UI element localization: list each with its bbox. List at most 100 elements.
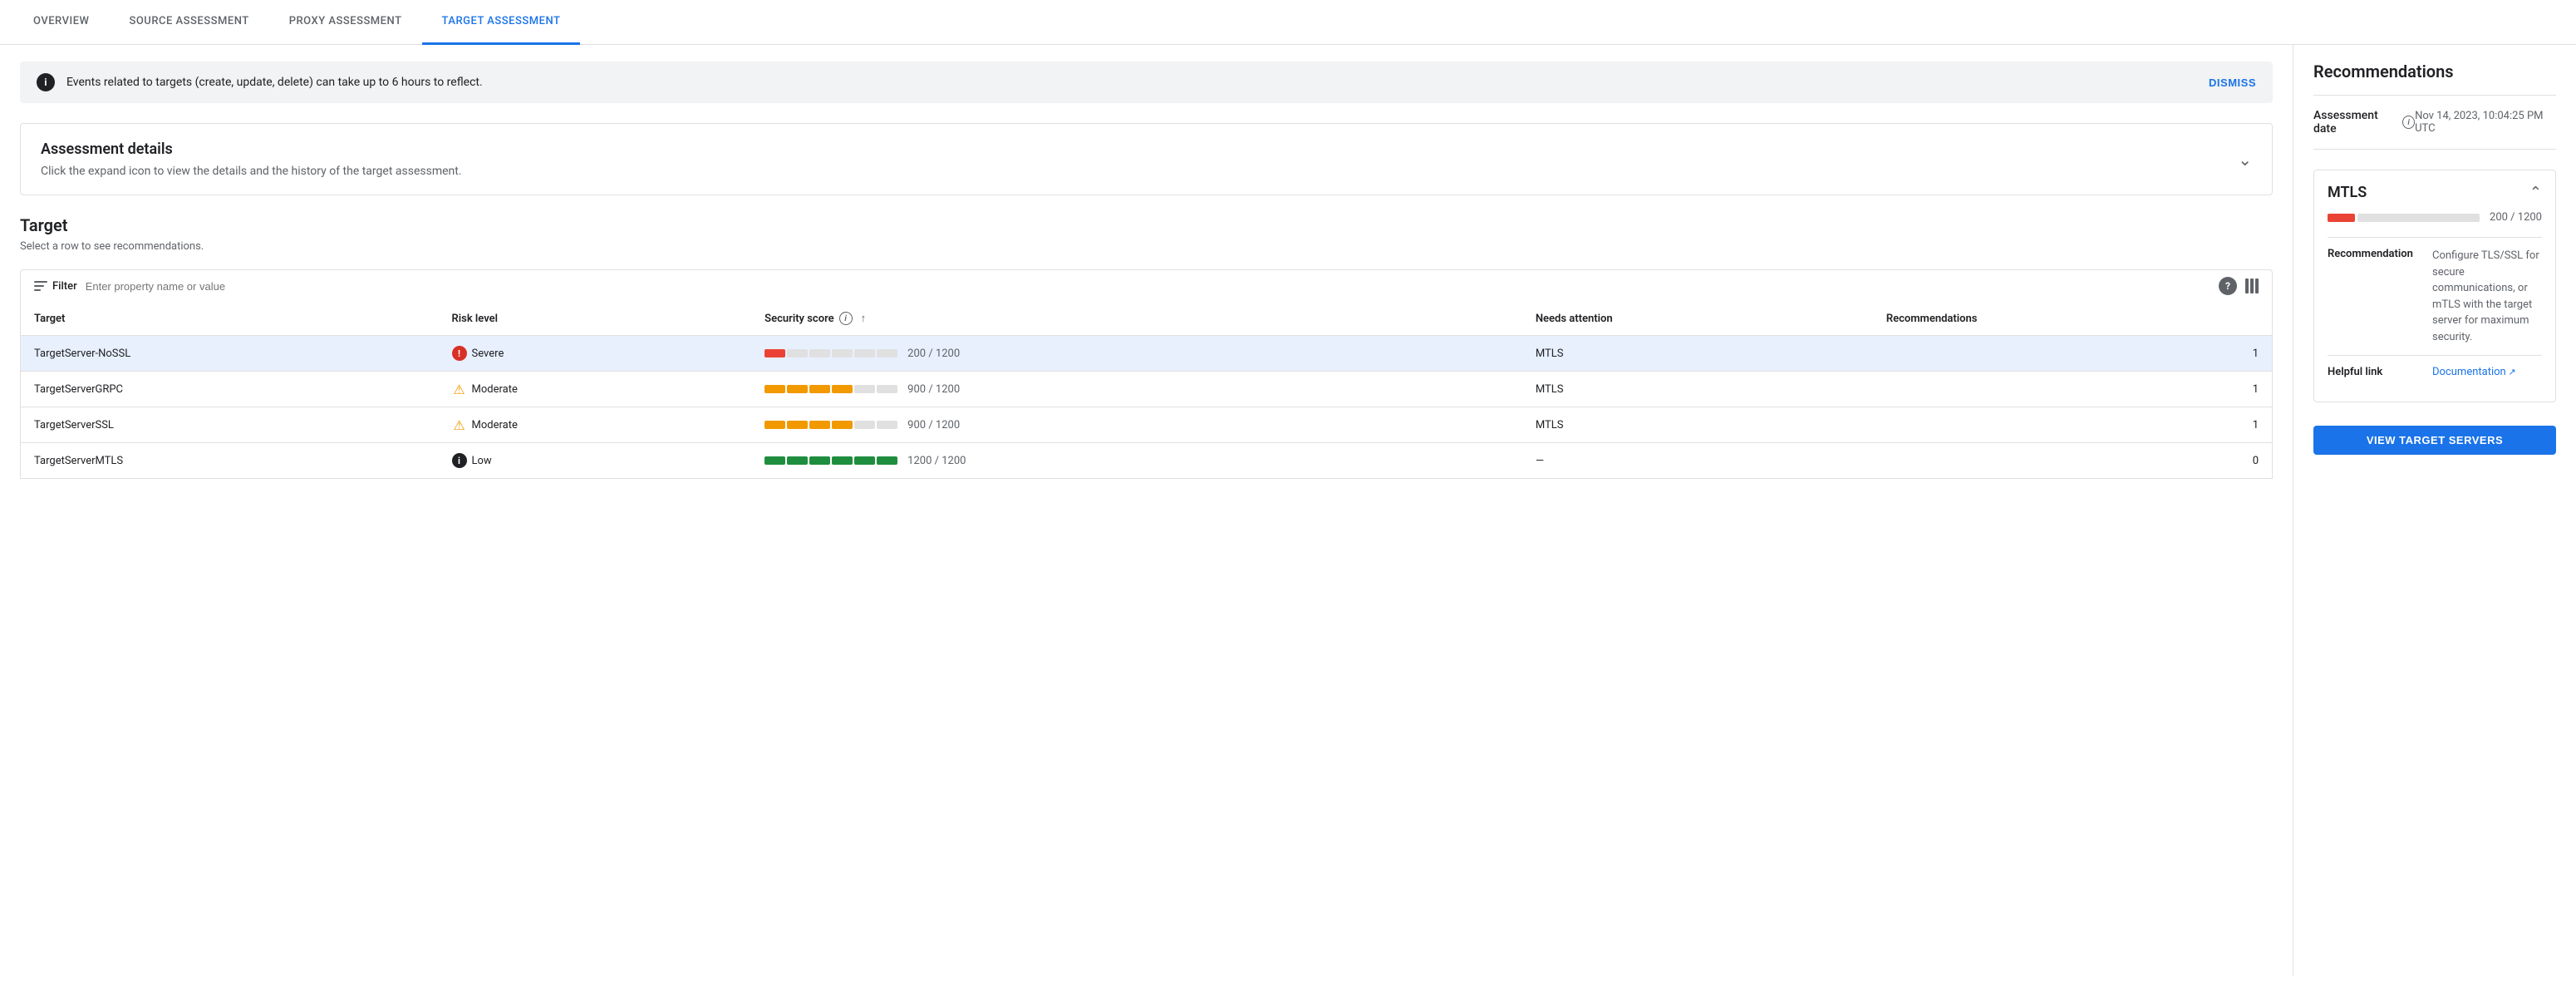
- assessment-date-row: Assessment date i Nov 14, 2023, 10:04:25…: [2313, 109, 2556, 150]
- assessment-details-header[interactable]: Assessment details Click the expand icon…: [41, 140, 2252, 178]
- cell-risk-level: ! Severe: [439, 336, 752, 372]
- cell-security-score: 900 / 1200: [751, 407, 1522, 443]
- tab-source[interactable]: SOURCE ASSESSMENT: [109, 0, 268, 45]
- risk-badge: iLow: [452, 453, 739, 468]
- filter-bar: Filter ?: [20, 269, 2273, 302]
- score-segment: [787, 349, 808, 357]
- score-segment: [787, 421, 808, 429]
- chevron-down-icon[interactable]: ⌄: [2238, 150, 2252, 170]
- mtls-collapse-icon[interactable]: ⌃: [2529, 184, 2542, 201]
- cell-target-name: TargetServerMTLS: [21, 443, 439, 479]
- table-row[interactable]: TargetServer-NoSSL! Severe 200 / 1200 MTLS1: [21, 336, 2273, 372]
- cell-needs-attention: MTLS: [1522, 407, 1873, 443]
- mtls-title: MTLS: [2328, 184, 2367, 201]
- cell-risk-level: ⚠Moderate: [439, 372, 752, 407]
- cell-risk-level: ⚠ Moderate: [439, 407, 752, 443]
- score-segment: [764, 456, 785, 465]
- documentation-link[interactable]: Documentation: [2432, 366, 2516, 378]
- score-segment: [809, 456, 830, 465]
- data-table: Target Risk level Security score i ↑ Nee…: [20, 302, 2273, 479]
- risk-label: Severe: [472, 348, 504, 360]
- assessment-details-content: Assessment details Click the expand icon…: [41, 140, 462, 178]
- severe-icon: !: [452, 346, 467, 361]
- col-header-risk: Risk level: [439, 302, 752, 336]
- helpful-link-row: Helpful link Documentation: [2328, 355, 2542, 388]
- score-segment: [877, 349, 897, 357]
- score-info-icon[interactable]: i: [839, 312, 853, 325]
- score-segment: [832, 349, 853, 357]
- risk-label: Low: [472, 455, 492, 467]
- col-header-needs: Needs attention: [1522, 302, 1873, 336]
- cell-needs-attention: —: [1522, 443, 1873, 479]
- helpful-link-label: Helpful link: [2328, 366, 2419, 378]
- assessment-details-title: Assessment details: [41, 140, 462, 158]
- cell-needs-attention: MTLS: [1522, 336, 1873, 372]
- score-bar: [764, 349, 897, 357]
- score-bar: [764, 385, 897, 393]
- help-icon[interactable]: ?: [2219, 277, 2237, 295]
- assessment-details-subtitle: Click the expand icon to view the detail…: [41, 165, 462, 178]
- score-bar-container: 1200 / 1200: [764, 455, 1509, 467]
- score-segment: [877, 421, 897, 429]
- risk-badge: ! Severe: [452, 346, 739, 361]
- cell-target-name: TargetServerGRPC: [21, 372, 439, 407]
- tab-overview[interactable]: OVERVIEW: [13, 0, 109, 45]
- filter-icon-area: Filter: [34, 280, 77, 293]
- cell-target-name: TargetServerSSL: [21, 407, 439, 443]
- mtls-score-bar: 200 / 1200: [2328, 211, 2542, 224]
- filter-icon: [34, 281, 47, 291]
- risk-label: Moderate: [472, 419, 518, 431]
- cell-recommendations: 1: [1873, 336, 2273, 372]
- dismiss-button[interactable]: DISMISS: [2209, 76, 2256, 89]
- cell-security-score: 900 / 1200: [751, 372, 1522, 407]
- score-text: 900 / 1200: [907, 383, 960, 396]
- score-bar-container: 200 / 1200: [764, 348, 1509, 360]
- banner-text: Events related to targets (create, updat…: [66, 76, 2197, 89]
- table-row[interactable]: TargetServerSSL⚠Moderate900 / 1200MTLS1: [21, 407, 2273, 443]
- score-segment: [854, 349, 875, 357]
- score-segment: [809, 385, 830, 393]
- target-section: Target Select a row to see recommendatio…: [20, 215, 2273, 479]
- tab-target[interactable]: TARGET ASSESSMENT: [422, 0, 581, 45]
- cell-risk-level: iLow: [439, 443, 752, 479]
- cell-needs-attention: MTLS: [1522, 372, 1873, 407]
- recommendation-row: Recommendation Configure TLS/SSL for sec…: [2328, 237, 2542, 355]
- assessment-date-value: Nov 14, 2023, 10:04:25 PM UTC: [2415, 110, 2556, 135]
- score-text: 200 / 1200: [907, 348, 960, 360]
- table-header-row: Target Risk level Security score i ↑ Nee…: [21, 302, 2273, 336]
- moderate-icon: ⚠: [452, 417, 467, 432]
- filter-input[interactable]: [86, 280, 2210, 293]
- info-banner: i Events related to targets (create, upd…: [20, 62, 2273, 103]
- sort-icon[interactable]: ↑: [861, 312, 867, 325]
- score-segment: [854, 456, 875, 465]
- cell-recommendations: 1: [1873, 372, 2273, 407]
- columns-icon[interactable]: [2245, 279, 2259, 293]
- moderate-icon: ⚠: [452, 382, 467, 397]
- score-segment: [787, 385, 808, 393]
- score-segment: [877, 456, 897, 465]
- mtls-score-text: 200 / 1200: [2490, 211, 2542, 224]
- tab-proxy[interactable]: PROXY ASSESSMENT: [269, 0, 422, 45]
- score-segment: [809, 421, 830, 429]
- table-row[interactable]: TargetServerGRPC⚠Moderate 900 / 1200 MTLS1: [21, 372, 2273, 407]
- filter-label: Filter: [52, 280, 77, 293]
- view-target-servers-button[interactable]: VIEW TARGET SERVERS: [2313, 426, 2556, 455]
- score-bar-container: 900 / 1200: [764, 383, 1509, 396]
- assessment-date-info-icon[interactable]: i: [2402, 116, 2415, 129]
- score-segment: [764, 421, 785, 429]
- assessment-details-section: Assessment details Click the expand icon…: [20, 123, 2273, 195]
- info-icon: i: [37, 73, 55, 91]
- score-segment: [787, 456, 808, 465]
- cell-target-name: TargetServer-NoSSL: [21, 336, 439, 372]
- score-bar: [764, 421, 897, 429]
- table-row[interactable]: TargetServerMTLSiLow1200 / 1200—0: [21, 443, 2273, 479]
- score-segment: [854, 421, 875, 429]
- mtls-section: MTLS ⌃ 200 / 1200 Recommendation Configu…: [2313, 170, 2556, 402]
- main-layout: i Events related to targets (create, upd…: [0, 45, 2576, 976]
- mtls-header: MTLS ⌃: [2328, 184, 2542, 201]
- score-segment: [832, 385, 853, 393]
- recommendation-value: Configure TLS/SSL for secure communicati…: [2432, 248, 2542, 345]
- target-title: Target: [20, 215, 2273, 235]
- col-header-target: Target: [21, 302, 439, 336]
- score-segment: [832, 421, 853, 429]
